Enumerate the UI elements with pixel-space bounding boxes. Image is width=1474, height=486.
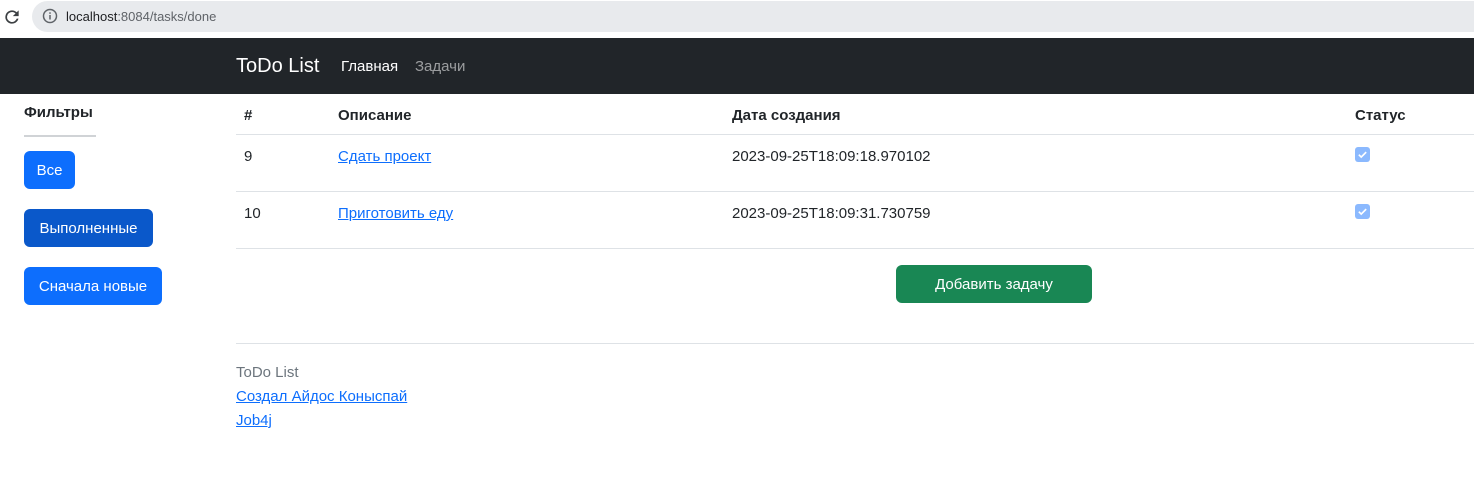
footer-divider bbox=[236, 343, 1474, 344]
browser-address-bar: localhost:8084/tasks/done bbox=[0, 0, 1474, 38]
reload-icon[interactable] bbox=[2, 7, 22, 27]
navbar-brand[interactable]: ToDo List bbox=[236, 55, 319, 78]
column-header-created: Дата создания bbox=[732, 107, 841, 124]
table-row-divider bbox=[236, 191, 1474, 192]
task-id: 10 bbox=[244, 205, 261, 222]
footer-brand: ToDo List bbox=[236, 364, 299, 381]
table-header-divider bbox=[236, 134, 1474, 135]
filter-done-button[interactable]: Выполненные bbox=[24, 209, 153, 247]
footer-job4j-link[interactable]: Job4j bbox=[236, 412, 272, 429]
column-header-status: Статус bbox=[1355, 107, 1406, 124]
filters-divider bbox=[24, 135, 96, 137]
navbar: ToDo List Главная Задачи bbox=[0, 38, 1474, 94]
footer-author-link[interactable]: Создал Айдос Коныспай bbox=[236, 388, 407, 405]
checkmark-icon bbox=[1358, 208, 1367, 216]
task-description-link[interactable]: Сдать проект bbox=[338, 148, 431, 165]
task-created-date: 2023-09-25T18:09:18.970102 bbox=[732, 148, 931, 165]
table-row-divider bbox=[236, 248, 1474, 249]
filter-all-button[interactable]: Все bbox=[24, 151, 75, 189]
nav-link-main[interactable]: Главная bbox=[341, 58, 398, 75]
add-task-button[interactable]: Добавить задачу bbox=[896, 265, 1092, 303]
url-field[interactable]: localhost:8084/tasks/done bbox=[32, 1, 1474, 32]
filters-title: Фильтры bbox=[24, 104, 93, 121]
task-description-link[interactable]: Приготовить еду bbox=[338, 205, 453, 222]
info-icon[interactable] bbox=[42, 8, 58, 24]
nav-link-tasks[interactable]: Задачи bbox=[415, 58, 465, 75]
task-status-checkbox bbox=[1355, 204, 1370, 219]
task-status-checkbox bbox=[1355, 147, 1370, 162]
url-text: localhost:8084/tasks/done bbox=[66, 9, 217, 24]
column-header-description: Описание bbox=[338, 107, 412, 124]
task-id: 9 bbox=[244, 148, 253, 165]
task-created-date: 2023-09-25T18:09:31.730759 bbox=[732, 205, 931, 222]
checkmark-icon bbox=[1358, 151, 1367, 159]
filter-newest-button[interactable]: Сначала новые bbox=[24, 267, 162, 305]
filters-sidebar: Фильтры Все Выполненные Сначала новые bbox=[0, 94, 220, 354]
column-header-number: # bbox=[244, 107, 253, 124]
